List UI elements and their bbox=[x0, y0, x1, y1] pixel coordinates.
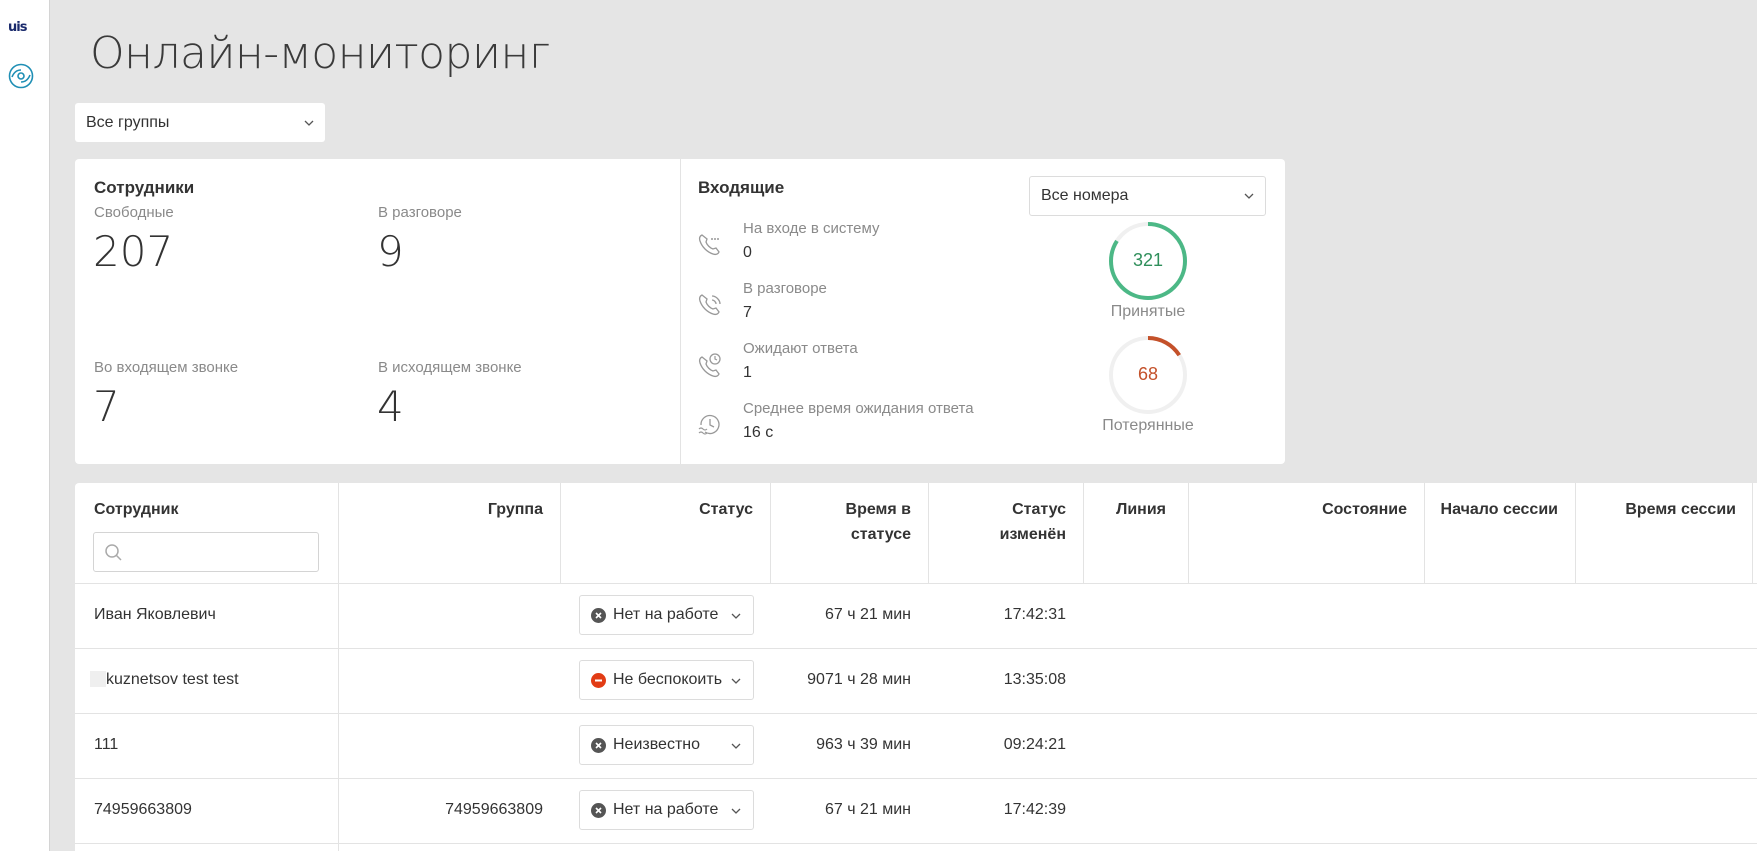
th-status-changed[interactable]: Статус изменён bbox=[935, 497, 1066, 547]
stats-divider bbox=[680, 159, 681, 464]
incoming-call-value: 7 bbox=[93, 382, 120, 431]
col-separator bbox=[1752, 483, 1753, 583]
employee-search-input[interactable] bbox=[93, 532, 319, 572]
chevron-down-icon bbox=[304, 120, 314, 126]
col-separator bbox=[1424, 483, 1425, 583]
numbers-select-value: Все номера bbox=[1041, 187, 1129, 204]
inc-entering-value: 0 bbox=[743, 244, 752, 261]
accepted-label: Принятые bbox=[1110, 303, 1186, 320]
col-separator bbox=[560, 483, 561, 583]
row-employee-name[interactable]: kuznetsov test test bbox=[106, 671, 239, 689]
row-separator bbox=[75, 648, 1757, 649]
col-separator bbox=[1083, 483, 1084, 583]
col-separator bbox=[338, 483, 339, 851]
talking-value: 9 bbox=[377, 227, 404, 276]
inc-talking-value: 7 bbox=[743, 304, 752, 321]
th-time-in-status-line1: Время в bbox=[845, 501, 911, 518]
free-label: Свободные bbox=[94, 204, 174, 221]
row-status-label: Нет на работе bbox=[613, 801, 719, 818]
th-status[interactable]: Статус bbox=[575, 497, 753, 522]
outgoing-call-value: 4 bbox=[377, 382, 404, 431]
phone-talking-icon bbox=[698, 294, 721, 316]
incoming-call-label: Во входящем звонке bbox=[94, 359, 239, 376]
th-group[interactable]: Группа bbox=[375, 497, 543, 522]
row-group: 74959663809 bbox=[445, 801, 543, 818]
lost-value: 68 bbox=[1137, 364, 1159, 384]
inc-avg-wait-label: Среднее время ожидания ответа bbox=[743, 400, 974, 417]
sidebar: uis bbox=[0, 0, 50, 851]
row-status-changed: 13:35:08 bbox=[1003, 671, 1066, 688]
row-status-dropdown[interactable]: Не беспокоить bbox=[579, 660, 754, 700]
col-separator bbox=[770, 483, 771, 583]
row-separator bbox=[75, 778, 1757, 779]
row-separator bbox=[75, 583, 1757, 584]
avatar bbox=[90, 671, 106, 687]
search-icon bbox=[105, 544, 122, 561]
row-employee-name[interactable]: 74959663809 bbox=[94, 801, 192, 819]
employees-table: Сотрудник Группа Статус Время в статусе … bbox=[75, 483, 1757, 851]
lost-label: Потерянные bbox=[1102, 417, 1194, 434]
row-time-in-status: 67 ч 21 мин bbox=[824, 606, 911, 623]
th-status-changed-line1: Статус bbox=[1012, 501, 1066, 518]
inc-avg-wait-value: 16 с bbox=[743, 424, 774, 441]
inc-waiting-label: Ожидают ответа bbox=[743, 340, 858, 357]
th-employee[interactable]: Сотрудник bbox=[94, 497, 179, 522]
row-status-dropdown[interactable]: Нет на работе bbox=[579, 790, 754, 830]
row-status-changed: 17:42:31 bbox=[1003, 606, 1066, 623]
employees-title: Сотрудники bbox=[94, 178, 195, 197]
group-select[interactable]: Все группы bbox=[75, 103, 325, 142]
row-employee-name[interactable]: 111 bbox=[94, 736, 118, 754]
accepted-value: 321 bbox=[1132, 250, 1164, 270]
inc-talking-label: В разговоре bbox=[743, 280, 827, 297]
col-separator bbox=[1188, 483, 1189, 583]
status-offline-icon bbox=[591, 802, 606, 818]
row-time-in-status: 67 ч 21 мин bbox=[824, 801, 911, 818]
row-separator bbox=[75, 713, 1757, 714]
row-status-label: Не беспокоить bbox=[613, 671, 723, 688]
col-separator bbox=[928, 483, 929, 583]
chevron-down-icon bbox=[731, 808, 741, 814]
phone-clock-icon bbox=[698, 353, 721, 378]
talking-label: В разговоре bbox=[378, 204, 462, 221]
th-time-in-status-line2: статусе bbox=[850, 526, 911, 543]
chevron-down-icon bbox=[731, 613, 741, 619]
outgoing-call-label: В исходящем звонке bbox=[378, 359, 522, 376]
status-do-not-disturb-icon bbox=[591, 672, 606, 688]
th-status-changed-line2: изменён bbox=[999, 526, 1066, 543]
free-value: 207 bbox=[93, 227, 174, 276]
row-employee-name[interactable]: Иван Яковлевич bbox=[94, 606, 216, 624]
row-status-dropdown[interactable]: Нет на работе bbox=[579, 595, 754, 635]
chevron-down-icon bbox=[731, 678, 741, 684]
chevron-down-icon bbox=[731, 743, 741, 749]
page-title: Онлайн-мониторинг bbox=[90, 28, 550, 79]
row-separator bbox=[75, 843, 1757, 844]
app-logo[interactable]: uis bbox=[8, 20, 27, 35]
status-offline-icon bbox=[591, 607, 606, 623]
th-time-in-status[interactable]: Время в статусе bbox=[775, 497, 911, 547]
th-line[interactable]: Линия bbox=[1090, 497, 1166, 522]
th-session-start[interactable]: Начало сессии bbox=[1430, 497, 1558, 522]
monitoring-nav-icon[interactable] bbox=[8, 63, 34, 89]
th-session-time[interactable]: Время сессии bbox=[1580, 497, 1736, 522]
row-status-dropdown[interactable]: Неизвестно bbox=[579, 725, 754, 765]
th-state[interactable]: Состояние bbox=[1195, 497, 1407, 522]
chevron-down-icon bbox=[1244, 193, 1254, 199]
history-clock-icon bbox=[698, 414, 720, 435]
inc-waiting-value: 1 bbox=[743, 364, 752, 381]
numbers-select[interactable]: Все номера bbox=[1029, 176, 1266, 216]
group-select-value: Все группы bbox=[86, 113, 170, 131]
row-status-label: Нет на работе bbox=[613, 606, 719, 623]
status-unknown-icon bbox=[591, 737, 606, 753]
inc-entering-label: На входе в систему bbox=[743, 220, 880, 237]
row-time-in-status: 963 ч 39 мин bbox=[816, 736, 911, 753]
row-status-changed: 09:24:21 bbox=[1003, 736, 1066, 753]
phone-dots-icon bbox=[698, 234, 720, 256]
row-time-in-status: 9071 ч 28 мин bbox=[807, 671, 911, 688]
col-separator bbox=[1575, 483, 1576, 583]
incoming-title: Входящие bbox=[698, 178, 785, 197]
row-status-changed: 17:42:39 bbox=[1003, 801, 1066, 818]
row-status-label: Неизвестно bbox=[613, 736, 701, 753]
